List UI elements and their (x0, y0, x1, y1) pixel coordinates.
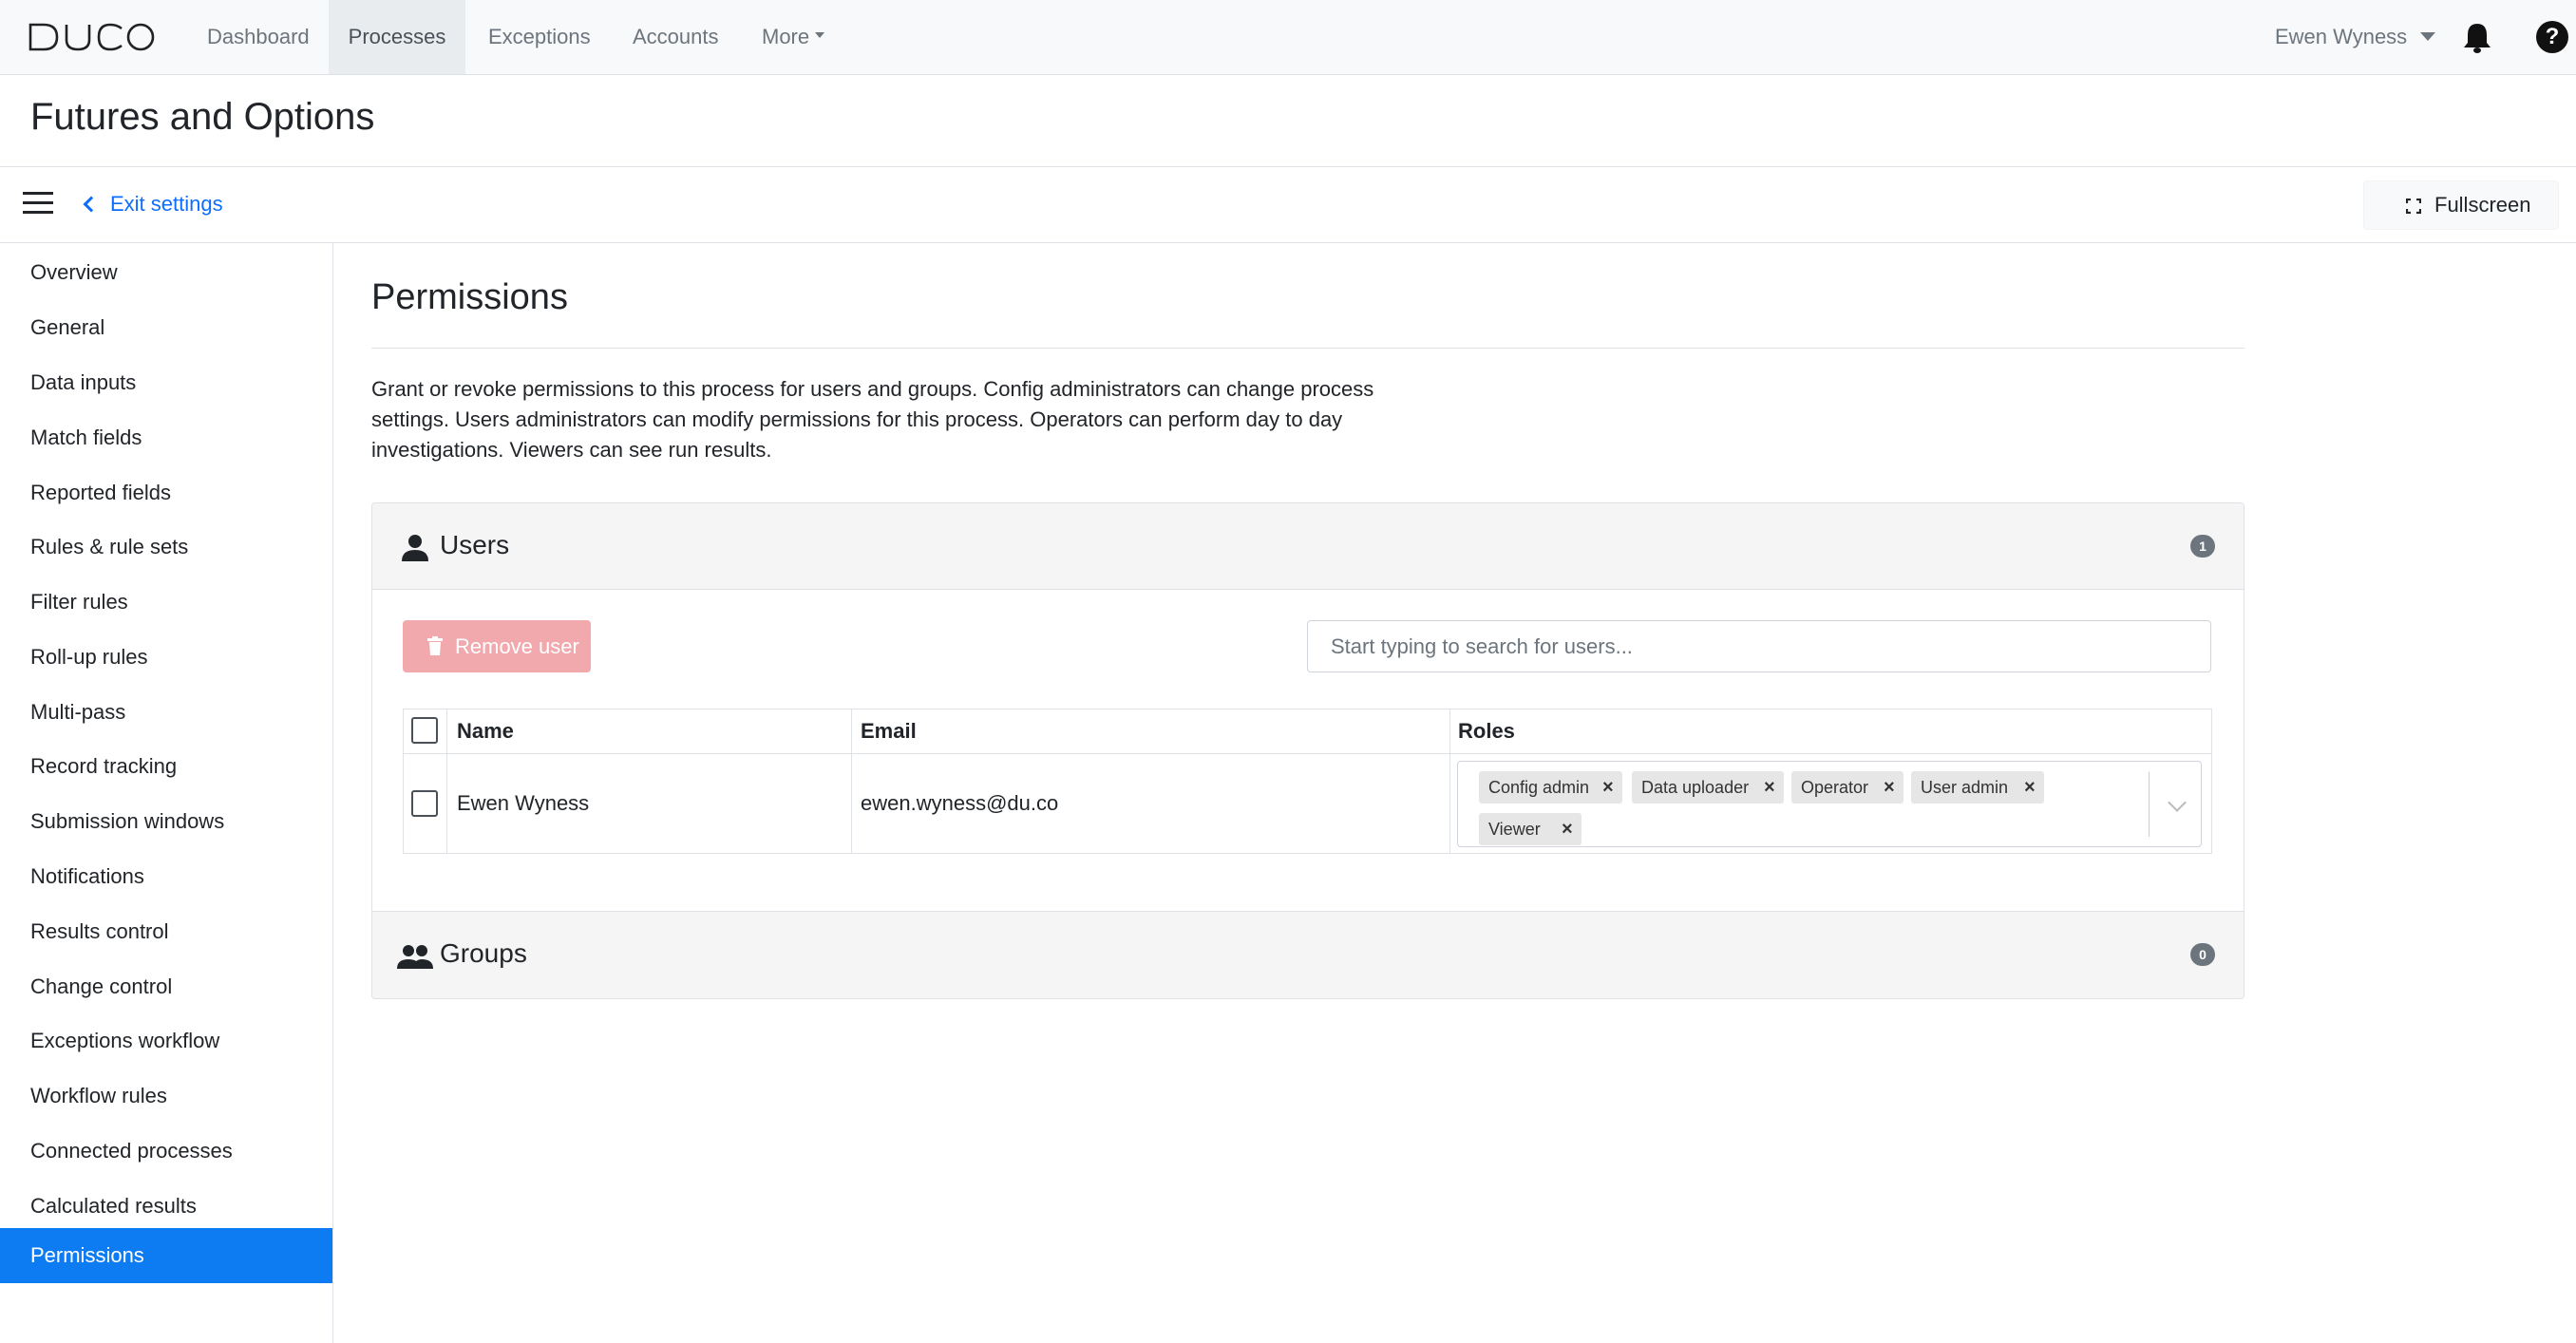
section-title: Permissions (371, 277, 568, 317)
page-title: Futures and Options (30, 96, 375, 138)
remove-role-icon[interactable]: × (1602, 771, 1614, 804)
remove-role-icon[interactable]: × (2024, 771, 2036, 804)
role-chip: Config admin × (1479, 771, 1622, 804)
chevron-down-icon[interactable] (2168, 793, 2187, 812)
hamburger-icon[interactable] (23, 192, 53, 217)
roles-multiselect[interactable]: Config admin × Data uploader × Operator … (1457, 761, 2202, 847)
sidebar-item-change-control[interactable]: Change control (0, 959, 332, 1014)
sidebar-item-roll-up-rules[interactable]: Roll-up rules (0, 630, 332, 685)
sidebar-item-overview[interactable]: Overview (0, 245, 332, 300)
role-chip: User admin × (1911, 771, 2044, 804)
divider (371, 348, 2245, 349)
role-chip-label: Viewer (1488, 820, 1541, 839)
permissions-panel: Users 1 Remove user Name Email Roles Ewe… (371, 502, 2245, 999)
groups-icon (397, 945, 433, 969)
column-divider (851, 709, 852, 853)
role-chip-label: Data uploader (1641, 778, 1750, 797)
dropdown-separator (2149, 772, 2150, 837)
sidebar-item-calculated-results[interactable]: Calculated results (0, 1179, 332, 1234)
table-header-divider (404, 753, 2211, 754)
sidebar-item-workflow-rules[interactable]: Workflow rules (0, 1069, 332, 1124)
fullscreen-label: Fullscreen (2434, 193, 2531, 217)
role-chip-label: Operator (1801, 778, 1869, 797)
role-chip: Data uploader × (1632, 771, 1784, 804)
settings-bar: Exit settings Fullscreen (0, 167, 2576, 243)
sidebar-item-results-control[interactable]: Results control (0, 904, 332, 959)
duco-logo[interactable] (28, 21, 156, 53)
remove-role-icon[interactable]: × (1562, 813, 1573, 845)
column-header-roles[interactable]: Roles (1458, 709, 1515, 753)
sidebar-item-filter-rules[interactable]: Filter rules (0, 575, 332, 630)
user-menu[interactable]: Ewen Wyness (2275, 0, 2436, 74)
sidebar-item-multi-pass[interactable]: Multi-pass (0, 685, 332, 740)
groups-heading: Groups (440, 938, 527, 968)
column-divider (1449, 709, 1450, 853)
remove-user-button[interactable]: Remove user (403, 620, 591, 672)
nav-exceptions[interactable]: Exceptions (467, 0, 612, 74)
user-search-input[interactable] (1307, 620, 2211, 672)
role-chip: Viewer × (1479, 813, 1582, 845)
user-name-cell: Ewen Wyness (457, 791, 590, 815)
sidebar-item-connected-processes[interactable]: Connected processes (0, 1124, 332, 1179)
column-divider (446, 709, 447, 853)
users-heading: Users (440, 530, 510, 559)
permissions-description: Grant or revoke permissions to this proc… (371, 377, 1374, 462)
chevron-left-icon (83, 196, 100, 213)
nav-more[interactable]: More (741, 0, 845, 74)
sidebar-item-submission-windows[interactable]: Submission windows (0, 794, 332, 849)
sidebar-item-notifications[interactable]: Notifications (0, 849, 332, 904)
user-icon (402, 535, 428, 561)
sidebar-item-general[interactable]: General (0, 300, 332, 355)
users-table: Name Email Roles Ewen Wyness ewen.wyness… (403, 709, 2212, 854)
top-navbar: Dashboard Processes Exceptions Accounts … (0, 0, 2576, 75)
row-checkbox[interactable] (411, 790, 438, 817)
bell-icon[interactable] (2462, 21, 2492, 53)
sidebar-item-exceptions-workflow[interactable]: Exceptions workflow (0, 1013, 332, 1069)
sidebar-item-data-inputs[interactable]: Data inputs (0, 355, 332, 410)
groups-section-header[interactable]: Groups 0 (372, 911, 2244, 998)
exit-settings-label: Exit settings (110, 192, 223, 216)
caret-down-icon (815, 32, 825, 39)
nav-accounts[interactable]: Accounts (612, 0, 740, 74)
users-count-badge: 1 (2190, 535, 2215, 558)
sidebar-item-reported-fields[interactable]: Reported fields (0, 465, 332, 520)
role-chip-label: Config admin (1488, 778, 1590, 797)
user-menu-name: Ewen Wyness (2275, 25, 2408, 48)
nav-processes[interactable]: Processes (329, 0, 465, 74)
settings-sidebar: Overview General Data inputs Match field… (0, 243, 333, 1343)
caret-down-icon (2420, 31, 2436, 41)
nav-more-label: More (762, 25, 810, 48)
column-header-name[interactable]: Name (457, 709, 514, 753)
role-chip-label: User admin (1921, 778, 2009, 797)
fullscreen-icon (2406, 199, 2421, 214)
help-icon[interactable]: ? (2536, 21, 2568, 53)
nav-dashboard[interactable]: Dashboard (186, 0, 331, 74)
role-chip: Operator × (1791, 771, 1904, 804)
exit-settings-link[interactable]: Exit settings (83, 190, 223, 218)
users-section-header[interactable]: Users 1 (372, 503, 2244, 590)
column-header-email[interactable]: Email (861, 709, 917, 753)
sidebar-item-record-tracking[interactable]: Record tracking (0, 739, 332, 794)
sidebar-item-match-fields[interactable]: Match fields (0, 410, 332, 465)
groups-count-badge: 0 (2190, 943, 2215, 966)
title-bar: Futures and Options (0, 75, 2576, 167)
user-email-cell: ewen.wyness@du.co (861, 791, 1059, 815)
fullscreen-button[interactable]: Fullscreen (2363, 180, 2559, 230)
trash-icon (427, 636, 443, 655)
select-all-checkbox[interactable] (411, 717, 438, 744)
remove-role-icon[interactable]: × (1884, 771, 1895, 804)
remove-role-icon[interactable]: × (1764, 771, 1775, 804)
sidebar-item-permissions[interactable]: Permissions (0, 1228, 332, 1283)
remove-user-label: Remove user (455, 634, 579, 658)
sidebar-item-rules[interactable]: Rules & rule sets (0, 520, 332, 575)
